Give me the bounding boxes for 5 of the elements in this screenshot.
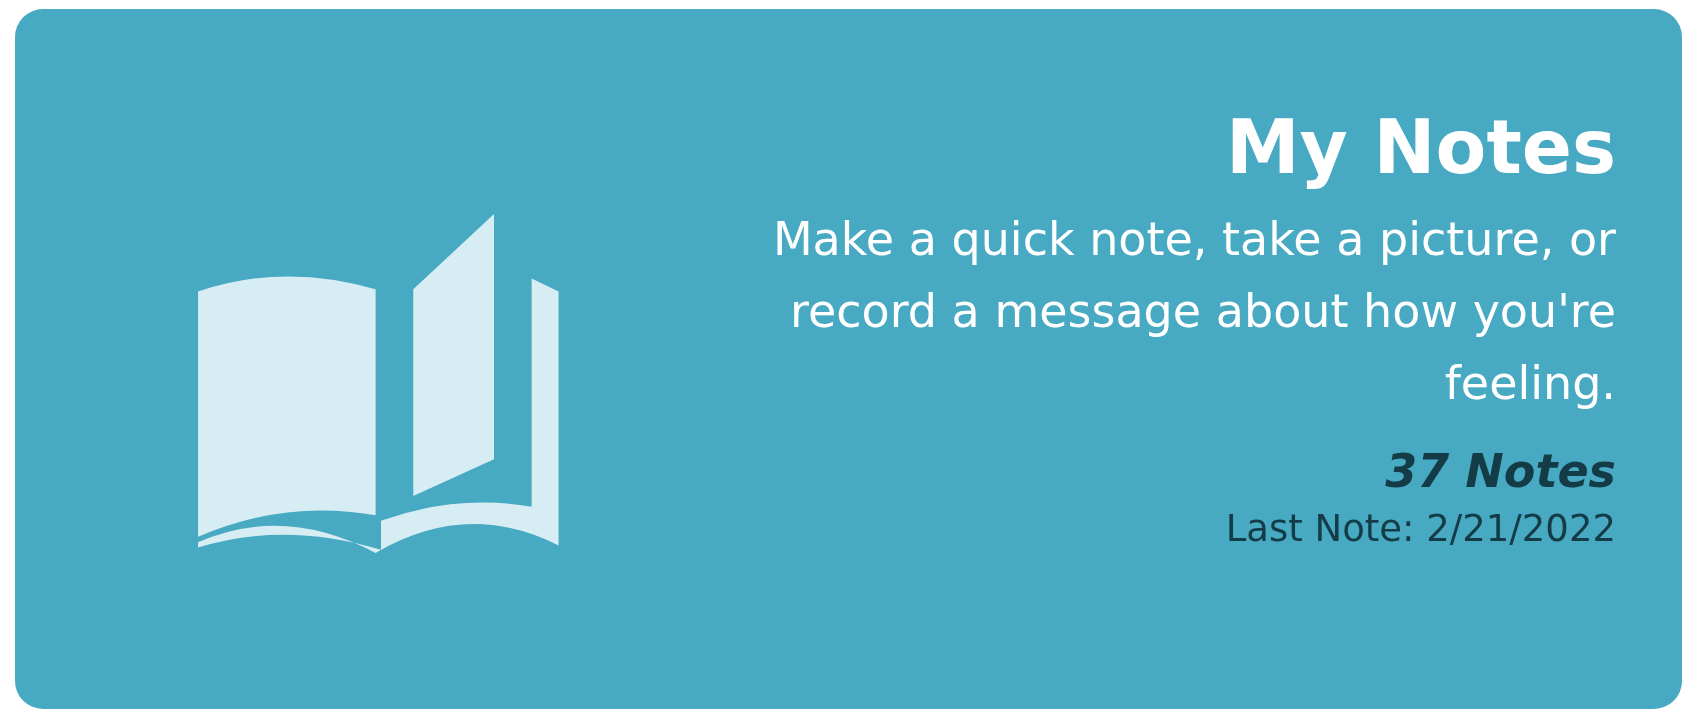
last-note-date: Last Note: 2/21/2022 [1225, 506, 1616, 552]
notes-card[interactable]: My Notes Make a quick note, take a picture, or record a message about how you're feeling. 37 Notes Last Note: 2/21/2022 [15, 9, 1682, 709]
card-title: My Notes [1225, 103, 1616, 192]
note-count: 37 Notes [1385, 443, 1616, 500]
card-description: Make a quick note, take a picture, or record a message about how you're feeling. [771, 211, 1616, 412]
